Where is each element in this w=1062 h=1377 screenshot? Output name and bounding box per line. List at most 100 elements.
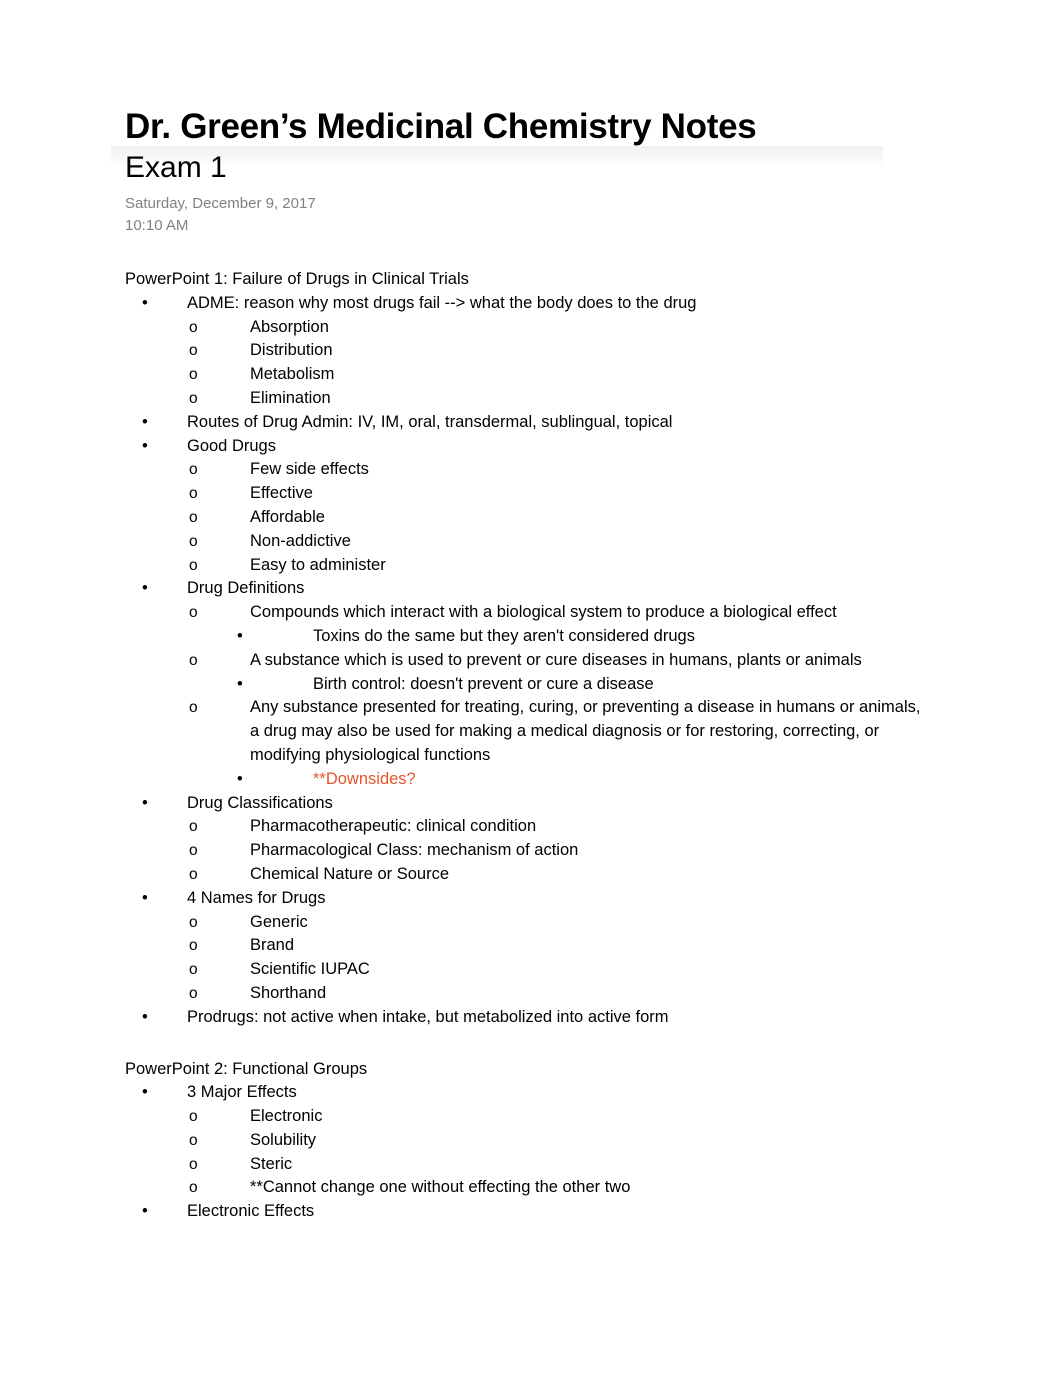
outline-item-level-1: • Routes of Drug Admin: IV, IM, oral, tra…	[125, 411, 945, 435]
outline-item-text: Few side effects	[250, 460, 369, 479]
circle-bullet-icon: o	[189, 1155, 198, 1173]
outline-item-level-2: o Brand	[125, 934, 945, 958]
outline-item-level-2: o Scientific IUPAC	[125, 958, 945, 982]
outline-item-level-2: o Pharmacological Class: mechanism of act…	[125, 839, 945, 863]
circle-bullet-icon: o	[189, 818, 198, 836]
outline-item-level-1: • Drug Classifications	[125, 792, 945, 816]
page-time: 10:10 AM	[125, 216, 189, 234]
outline-item-text: Generic	[250, 912, 308, 931]
outline-item-level-2: o Shorthand	[125, 982, 945, 1006]
circle-bullet-icon: o	[189, 961, 198, 979]
outline-item-level-3: • **Downsides?	[125, 768, 945, 792]
outline-item-level-2: o Elimination	[125, 387, 945, 411]
outline-item-text: Birth control: doesn't prevent or cure a…	[313, 674, 654, 693]
outline-item-text: Steric	[250, 1154, 293, 1173]
circle-bullet-icon: o	[189, 842, 198, 860]
outline-item-text: Pharmacological Class: mechanism of acti…	[250, 841, 579, 860]
outline-item-level-1: • Good Drugs	[125, 435, 945, 459]
dot-bullet-icon: •	[142, 579, 148, 598]
outline-item-level-2: o Solubility	[125, 1129, 945, 1153]
circle-bullet-icon: o	[189, 461, 198, 479]
circle-bullet-icon: o	[189, 865, 198, 883]
dot-bullet-icon: •	[237, 626, 243, 645]
dot-bullet-icon: •	[237, 769, 243, 788]
outline-item-level-1: • Drug Definitions	[125, 577, 945, 601]
outline-item-text: 4 Names for Drugs	[187, 888, 326, 907]
section-heading: PowerPoint 2: Functional Groups	[125, 1059, 368, 1078]
circle-bullet-icon: o	[189, 1179, 198, 1197]
outline-item-text: Any substance presented for treating, cu…	[250, 698, 921, 764]
section-heading: PowerPoint 1: Failure of Drugs in Clinic…	[125, 270, 469, 288]
note-header: Dr. Green’s Medicinal Chemistry Notes Ex…	[111, 107, 985, 237]
outline-item-text: Scientific IUPAC	[250, 960, 370, 979]
circle-bullet-icon: o	[189, 556, 198, 574]
circle-bullet-icon: o	[189, 913, 198, 931]
dot-bullet-icon: •	[142, 412, 148, 431]
circle-bullet-icon: o	[189, 937, 198, 955]
outline-item-level-1: • ADME: reason why most drugs fail --> wh…	[125, 292, 945, 316]
outline-item-level-2: o Steric	[125, 1153, 945, 1177]
circle-bullet-icon: o	[189, 604, 198, 622]
outline-item-level-2: o Generic	[125, 911, 945, 935]
outline-item-text: Toxins do the same but they aren't consi…	[313, 626, 695, 645]
outline-item-text: Non-addictive	[250, 531, 351, 550]
circle-bullet-icon: o	[189, 389, 198, 407]
dot-bullet-icon: •	[142, 888, 148, 907]
outline-item-level-2: o Effective	[125, 482, 945, 506]
outline-item-text: **Downsides?	[313, 769, 416, 788]
outline-item-text: Drug Classifications	[187, 793, 333, 812]
circle-bullet-icon: o	[189, 342, 198, 360]
outline-item-text: Effective	[250, 484, 313, 503]
outline-item-text: Pharmacotherapeutic: clinical condition	[250, 817, 537, 836]
circle-bullet-icon: o	[189, 485, 198, 503]
outline-item-text: Elimination	[250, 388, 331, 407]
circle-bullet-icon: o	[189, 1131, 198, 1149]
outline-item-text: Chemical Nature or Source	[250, 864, 449, 883]
circle-bullet-icon: o	[189, 1108, 198, 1126]
dot-bullet-icon: •	[237, 674, 243, 693]
outline-item-text: Easy to administer	[250, 555, 386, 574]
circle-bullet-icon: o	[189, 366, 198, 384]
outline-item-level-2: o A substance which is used to prevent or…	[125, 649, 945, 673]
circle-bullet-icon: o	[189, 532, 198, 550]
outline-item-text: 3 Major Effects	[187, 1083, 297, 1102]
outline-item-level-2: o Electronic	[125, 1105, 945, 1129]
page-title: Dr. Green’s Medicinal Chemistry Notes	[125, 107, 757, 146]
outline-item-level-3: • Birth control: doesn't prevent or cure …	[125, 673, 945, 697]
outline-item-text: Routes of Drug Admin: IV, IM, oral, tran…	[187, 412, 673, 431]
outline-item-level-2: o Any substance presented for treating, c…	[125, 696, 945, 767]
dot-bullet-icon: •	[142, 293, 148, 312]
outline-item-level-2: o Chemical Nature or Source	[125, 863, 945, 887]
outline-item-text: Good Drugs	[187, 436, 276, 455]
outline-item-text: Affordable	[250, 507, 325, 526]
outline-item-level-2: o Compounds which interact with a biologi…	[125, 601, 945, 625]
dot-bullet-icon: •	[142, 1083, 148, 1102]
outline-item-text: ADME: reason why most drugs fail --> wha…	[187, 293, 697, 312]
dot-bullet-icon: •	[142, 1007, 148, 1026]
outline-item-level-1: • 3 Major Effects	[125, 1081, 945, 1105]
circle-bullet-icon: o	[189, 508, 198, 526]
circle-bullet-icon: o	[189, 318, 198, 336]
outline-item-level-2: o Metabolism	[125, 363, 945, 387]
outline-item-level-2: o Absorption	[125, 316, 945, 340]
outline-item-level-2: o Affordable	[125, 506, 945, 530]
outline-item-text: Compounds which interact with a biologic…	[250, 603, 837, 622]
page-date: Saturday, December 9, 2017	[125, 195, 316, 213]
dot-bullet-icon: •	[142, 793, 148, 812]
outline-item-text: A substance which is used to prevent or …	[250, 650, 862, 669]
outline-item-level-1: • Electronic Effects	[125, 1200, 945, 1224]
outline-item-text: **Cannot change one without effecting th…	[250, 1178, 631, 1197]
note-page: Dr. Green’s Medicinal Chemistry Notes Ex…	[0, 0, 1062, 1377]
outline-item-text: Absorption	[250, 317, 329, 336]
outline-item-text: Metabolism	[250, 365, 335, 384]
outline-item-level-3: • Toxins do the same but they aren't cons…	[125, 625, 945, 649]
outline-item-text: Solubility	[250, 1130, 317, 1149]
outline-item-level-2: o Easy to administer	[125, 554, 945, 578]
dot-bullet-icon: •	[142, 1202, 148, 1221]
outline-item-text: Electronic	[250, 1107, 323, 1126]
outline-item-text: Drug Definitions	[187, 579, 305, 598]
outline-item-text: Brand	[250, 936, 295, 955]
circle-bullet-icon: o	[189, 699, 198, 717]
outline-item-text: Prodrugs: not active when intake, but me…	[187, 1007, 669, 1026]
